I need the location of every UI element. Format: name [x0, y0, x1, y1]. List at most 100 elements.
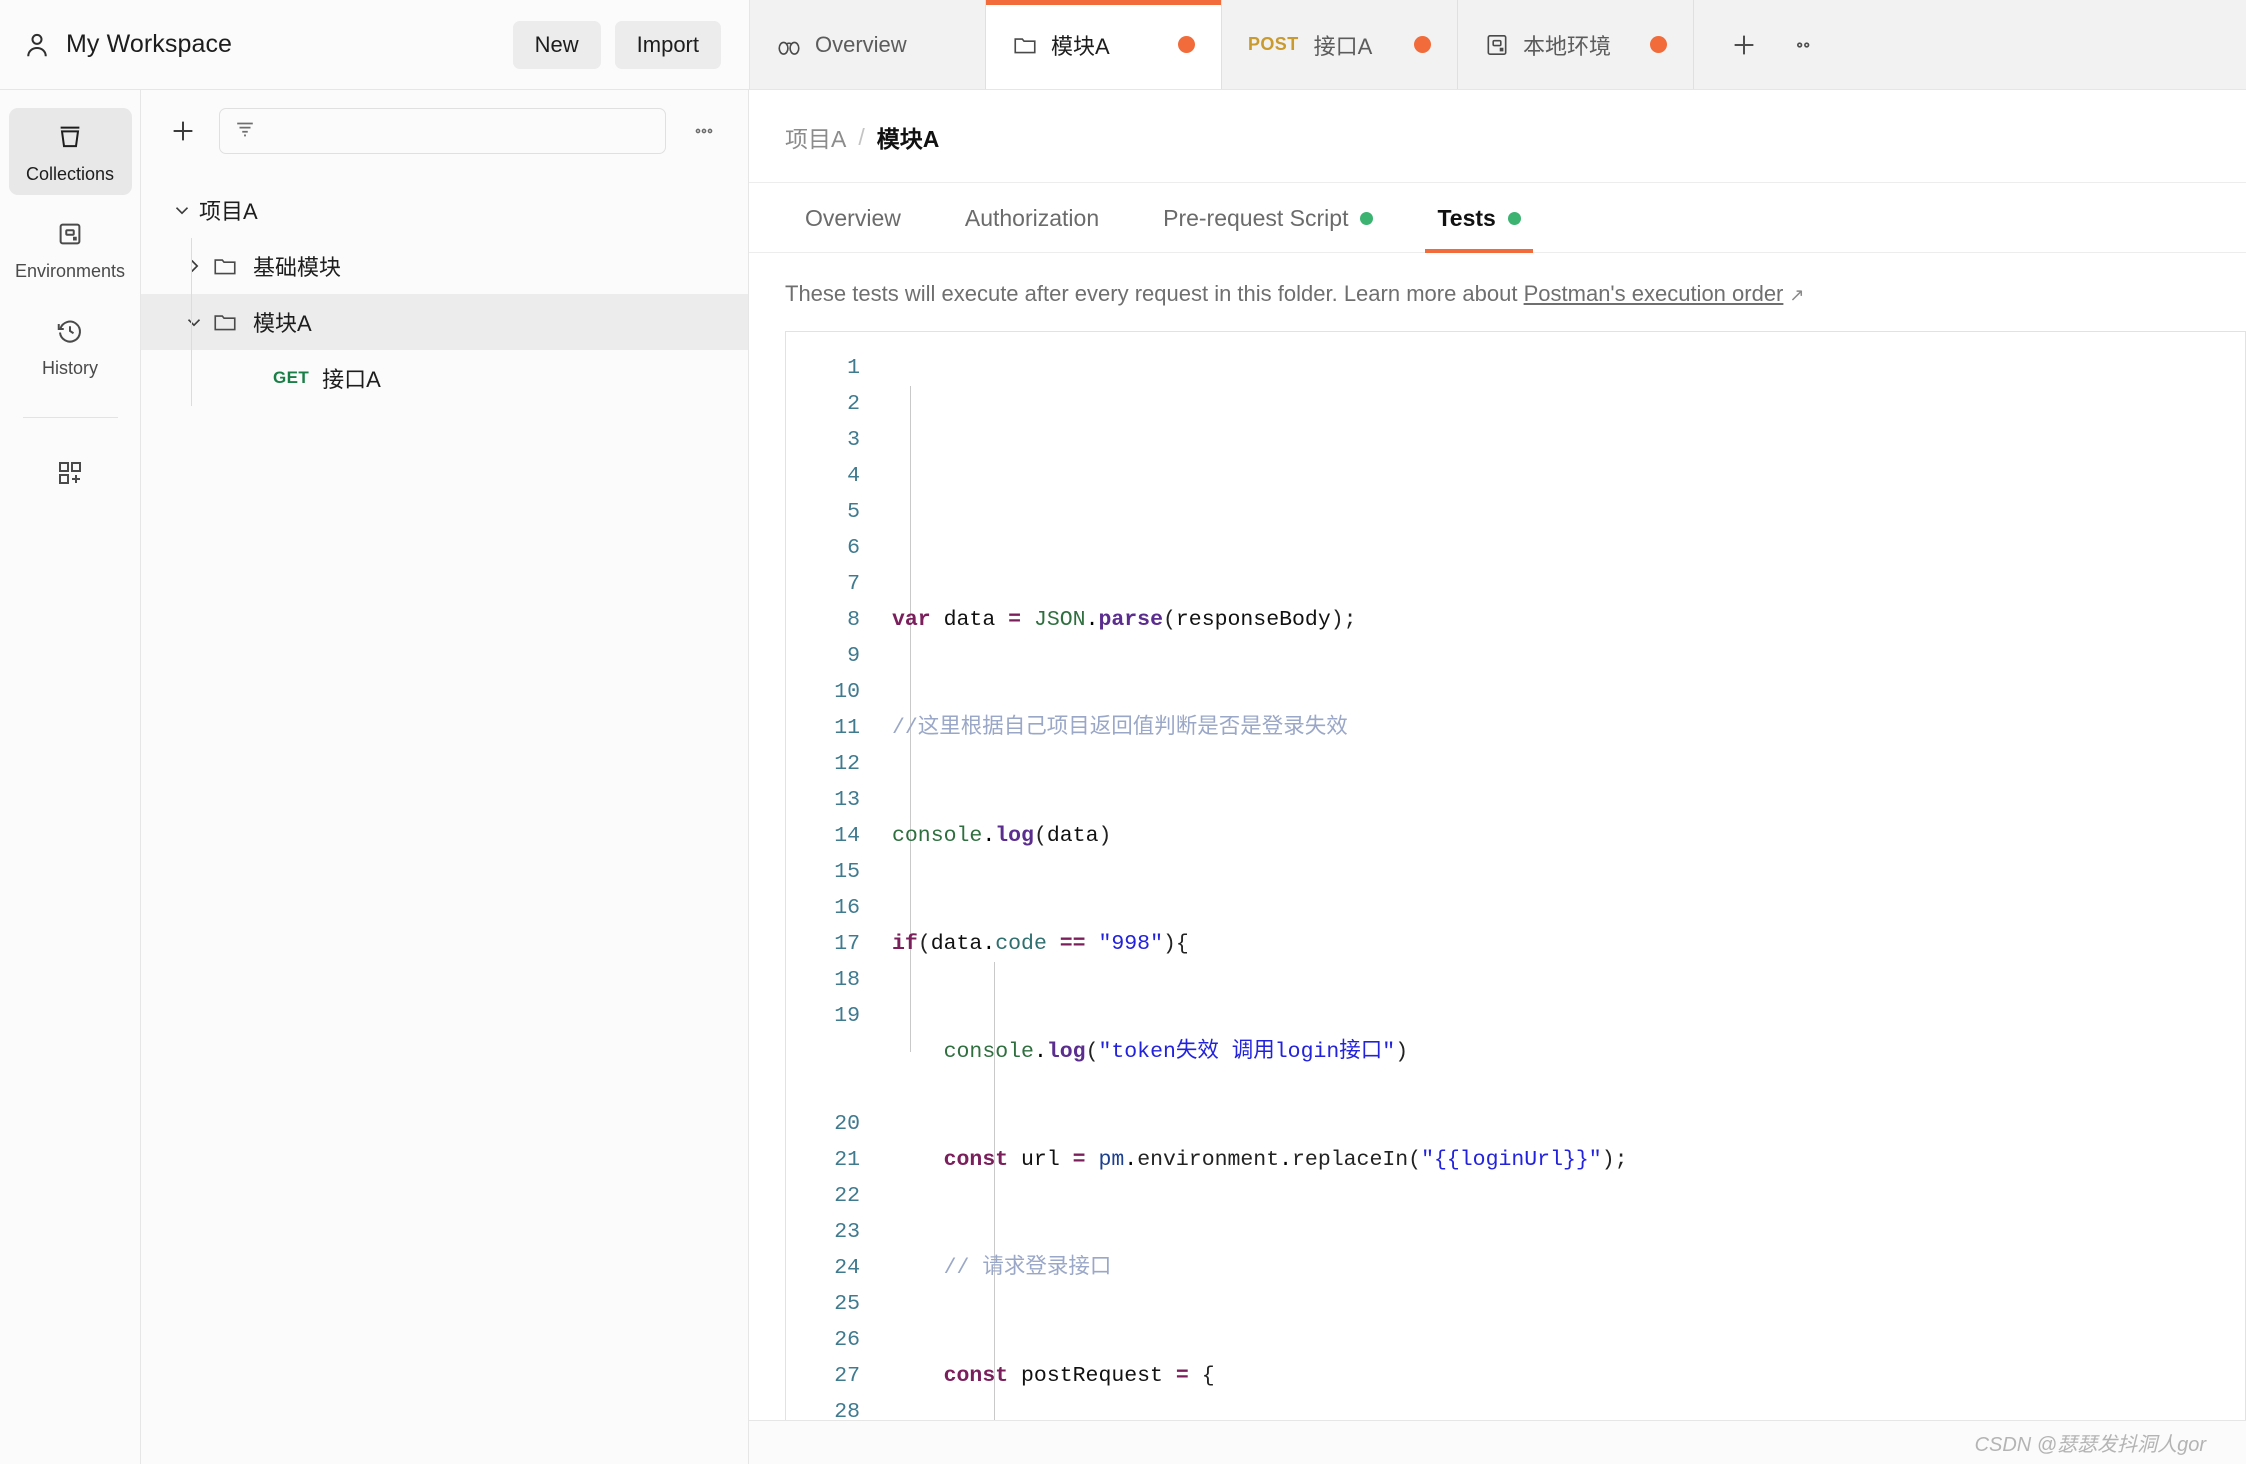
line-number: 24: [834, 1256, 860, 1280]
tree-item-label: 接口A: [322, 367, 381, 392]
subtab-tests[interactable]: Tests: [1417, 183, 1540, 253]
sidebar-rail: Collections Environments History: [0, 90, 141, 1464]
line-number: 21: [834, 1148, 860, 1172]
new-button[interactable]: New: [512, 20, 601, 69]
line-number: 1: [847, 356, 860, 380]
line-number: 3: [847, 428, 860, 452]
breadcrumb-parent[interactable]: 项目A: [785, 120, 846, 154]
tab-strip: Overview 模块A POST 接口A 本地环境: [750, 0, 2246, 90]
sidebar-item-collections[interactable]: Collections: [8, 108, 132, 195]
chevron-down-icon[interactable]: [177, 311, 211, 333]
search-input-wrapper[interactable]: [219, 108, 666, 154]
line-number: 20: [834, 1112, 860, 1136]
line-number: 17: [834, 932, 860, 956]
line-number-spacer: [786, 1034, 860, 1106]
sidebar-item-history[interactable]: History: [9, 302, 132, 389]
code-line: // 请求登录接口: [943, 1256, 1112, 1280]
top-row: My Workspace New Import Overview 模块A POS…: [0, 0, 2246, 90]
unsaved-dot: [1650, 36, 1667, 53]
tree-item-folder-basic[interactable]: 基础模块: [141, 238, 748, 294]
import-button[interactable]: Import: [614, 20, 721, 69]
line-number: 5: [847, 500, 860, 524]
line-number: 2: [847, 392, 860, 416]
rail-divider: [22, 417, 118, 418]
line-number: 22: [834, 1184, 860, 1208]
folder-subtabs: Overview Authorization Pre-request Scrip…: [749, 183, 2246, 253]
user-icon: [22, 30, 52, 60]
tree-guide-line: [191, 350, 192, 406]
unsaved-dot: [1414, 36, 1431, 53]
line-number: 11: [834, 716, 860, 740]
line-number: 26: [834, 1328, 860, 1352]
history-icon: [55, 316, 85, 351]
tab-label: Overview: [815, 31, 907, 57]
sidebar-item-environments[interactable]: Environments: [9, 205, 132, 292]
line-number: 4: [847, 464, 860, 488]
breadcrumb-current: 模块A: [876, 126, 940, 152]
breadcrumb-separator: /: [858, 123, 865, 150]
sidebar-item-add-apps[interactable]: [9, 444, 132, 505]
tree-item-collection[interactable]: 项目A: [141, 182, 748, 238]
tree-guide-line: [191, 294, 192, 350]
subtab-overview[interactable]: Overview: [785, 183, 921, 252]
chevron-down-icon[interactable]: [165, 199, 199, 221]
add-apps-icon: [55, 458, 85, 493]
workspace-title: My Workspace: [66, 30, 233, 58]
code-editor[interactable]: 1 2 3 4 5 6 7 8 9 10 11 12 13 14 15 16 1…: [785, 331, 2246, 1420]
tab-actions: [1694, 0, 1848, 89]
line-number: 12: [834, 752, 860, 776]
subtab-label: Tests: [1437, 205, 1496, 231]
line-number: 14: [834, 824, 860, 848]
app-body: Collections Environments History 项目A 基础模…: [0, 90, 2246, 1464]
tree-item-folder-module-a[interactable]: 模块A: [141, 294, 748, 350]
watermark: CSDN @瑟瑟发抖洞人gor: [1974, 1434, 2206, 1456]
line-number: 23: [834, 1220, 860, 1244]
line-number: 10: [834, 680, 860, 704]
plus-icon[interactable]: [163, 111, 203, 151]
subtab-label: Pre-request Script: [1163, 205, 1349, 231]
main-pane: 项目A / 模块A Overview Authorization Pre-req…: [749, 90, 2246, 1464]
collections-icon: [55, 122, 85, 157]
subtab-label: Overview: [805, 205, 901, 231]
line-number: 7: [847, 572, 860, 596]
execution-order-link[interactable]: Postman's execution order: [1524, 281, 1784, 306]
collections-more-icon[interactable]: [682, 111, 726, 151]
code-line: if(data.code == "998"){: [892, 932, 1189, 956]
tree-item-label: 模块A: [253, 311, 312, 336]
environments-icon: [55, 219, 85, 254]
folder-icon: [211, 309, 239, 335]
tab-label: 接口A: [1313, 33, 1373, 59]
line-number: 16: [834, 896, 860, 920]
code-line: console.log("token失效 调用login接口"): [943, 1040, 1409, 1064]
tree-item-request-interface-a[interactable]: GET 接口A: [141, 350, 748, 406]
tab-overview[interactable]: Overview: [750, 0, 986, 89]
filter-icon: [234, 118, 256, 145]
subtab-pre-request-script[interactable]: Pre-request Script: [1143, 183, 1393, 252]
external-link-icon: ↗: [1789, 285, 1805, 305]
editor-code-area[interactable]: var data = JSON.parse(responseBody); //这…: [876, 332, 2245, 1420]
code-line: const url = pm.environment.replaceIn("{{…: [943, 1148, 1628, 1172]
tab-module-a[interactable]: 模块A: [986, 0, 1222, 89]
hint-text: These tests will execute after every req…: [785, 281, 1524, 306]
request-method-badge: GET: [273, 368, 310, 387]
new-tab-icon[interactable]: [1718, 19, 1770, 71]
collection-tree: 项目A 基础模块 模块A GET 接口A: [141, 170, 748, 406]
sidebar-item-label: History: [41, 358, 98, 378]
more-horizontal-icon[interactable]: [1778, 19, 1830, 71]
search-input[interactable]: [266, 119, 651, 143]
footer-bar: CSDN @瑟瑟发抖洞人gor: [749, 1420, 2246, 1464]
line-number: 9: [847, 644, 860, 668]
chevron-right-icon[interactable]: [177, 255, 211, 277]
indent-guide: [994, 962, 995, 1420]
line-number: 13: [834, 788, 860, 812]
tab-interface-a[interactable]: POST 接口A: [1222, 0, 1458, 89]
tab-local-environment[interactable]: 本地环境: [1458, 0, 1694, 89]
line-number: 18: [834, 968, 860, 992]
subtab-authorization[interactable]: Authorization: [945, 183, 1119, 252]
modified-dot: [1360, 212, 1374, 225]
line-number: 25: [834, 1292, 860, 1316]
line-number: 8: [847, 608, 860, 632]
modified-dot: [1507, 212, 1521, 225]
breadcrumb: 项目A / 模块A: [749, 90, 2246, 183]
editor-gutter: 1 2 3 4 5 6 7 8 9 10 11 12 13 14 15 16 1…: [786, 332, 876, 1420]
